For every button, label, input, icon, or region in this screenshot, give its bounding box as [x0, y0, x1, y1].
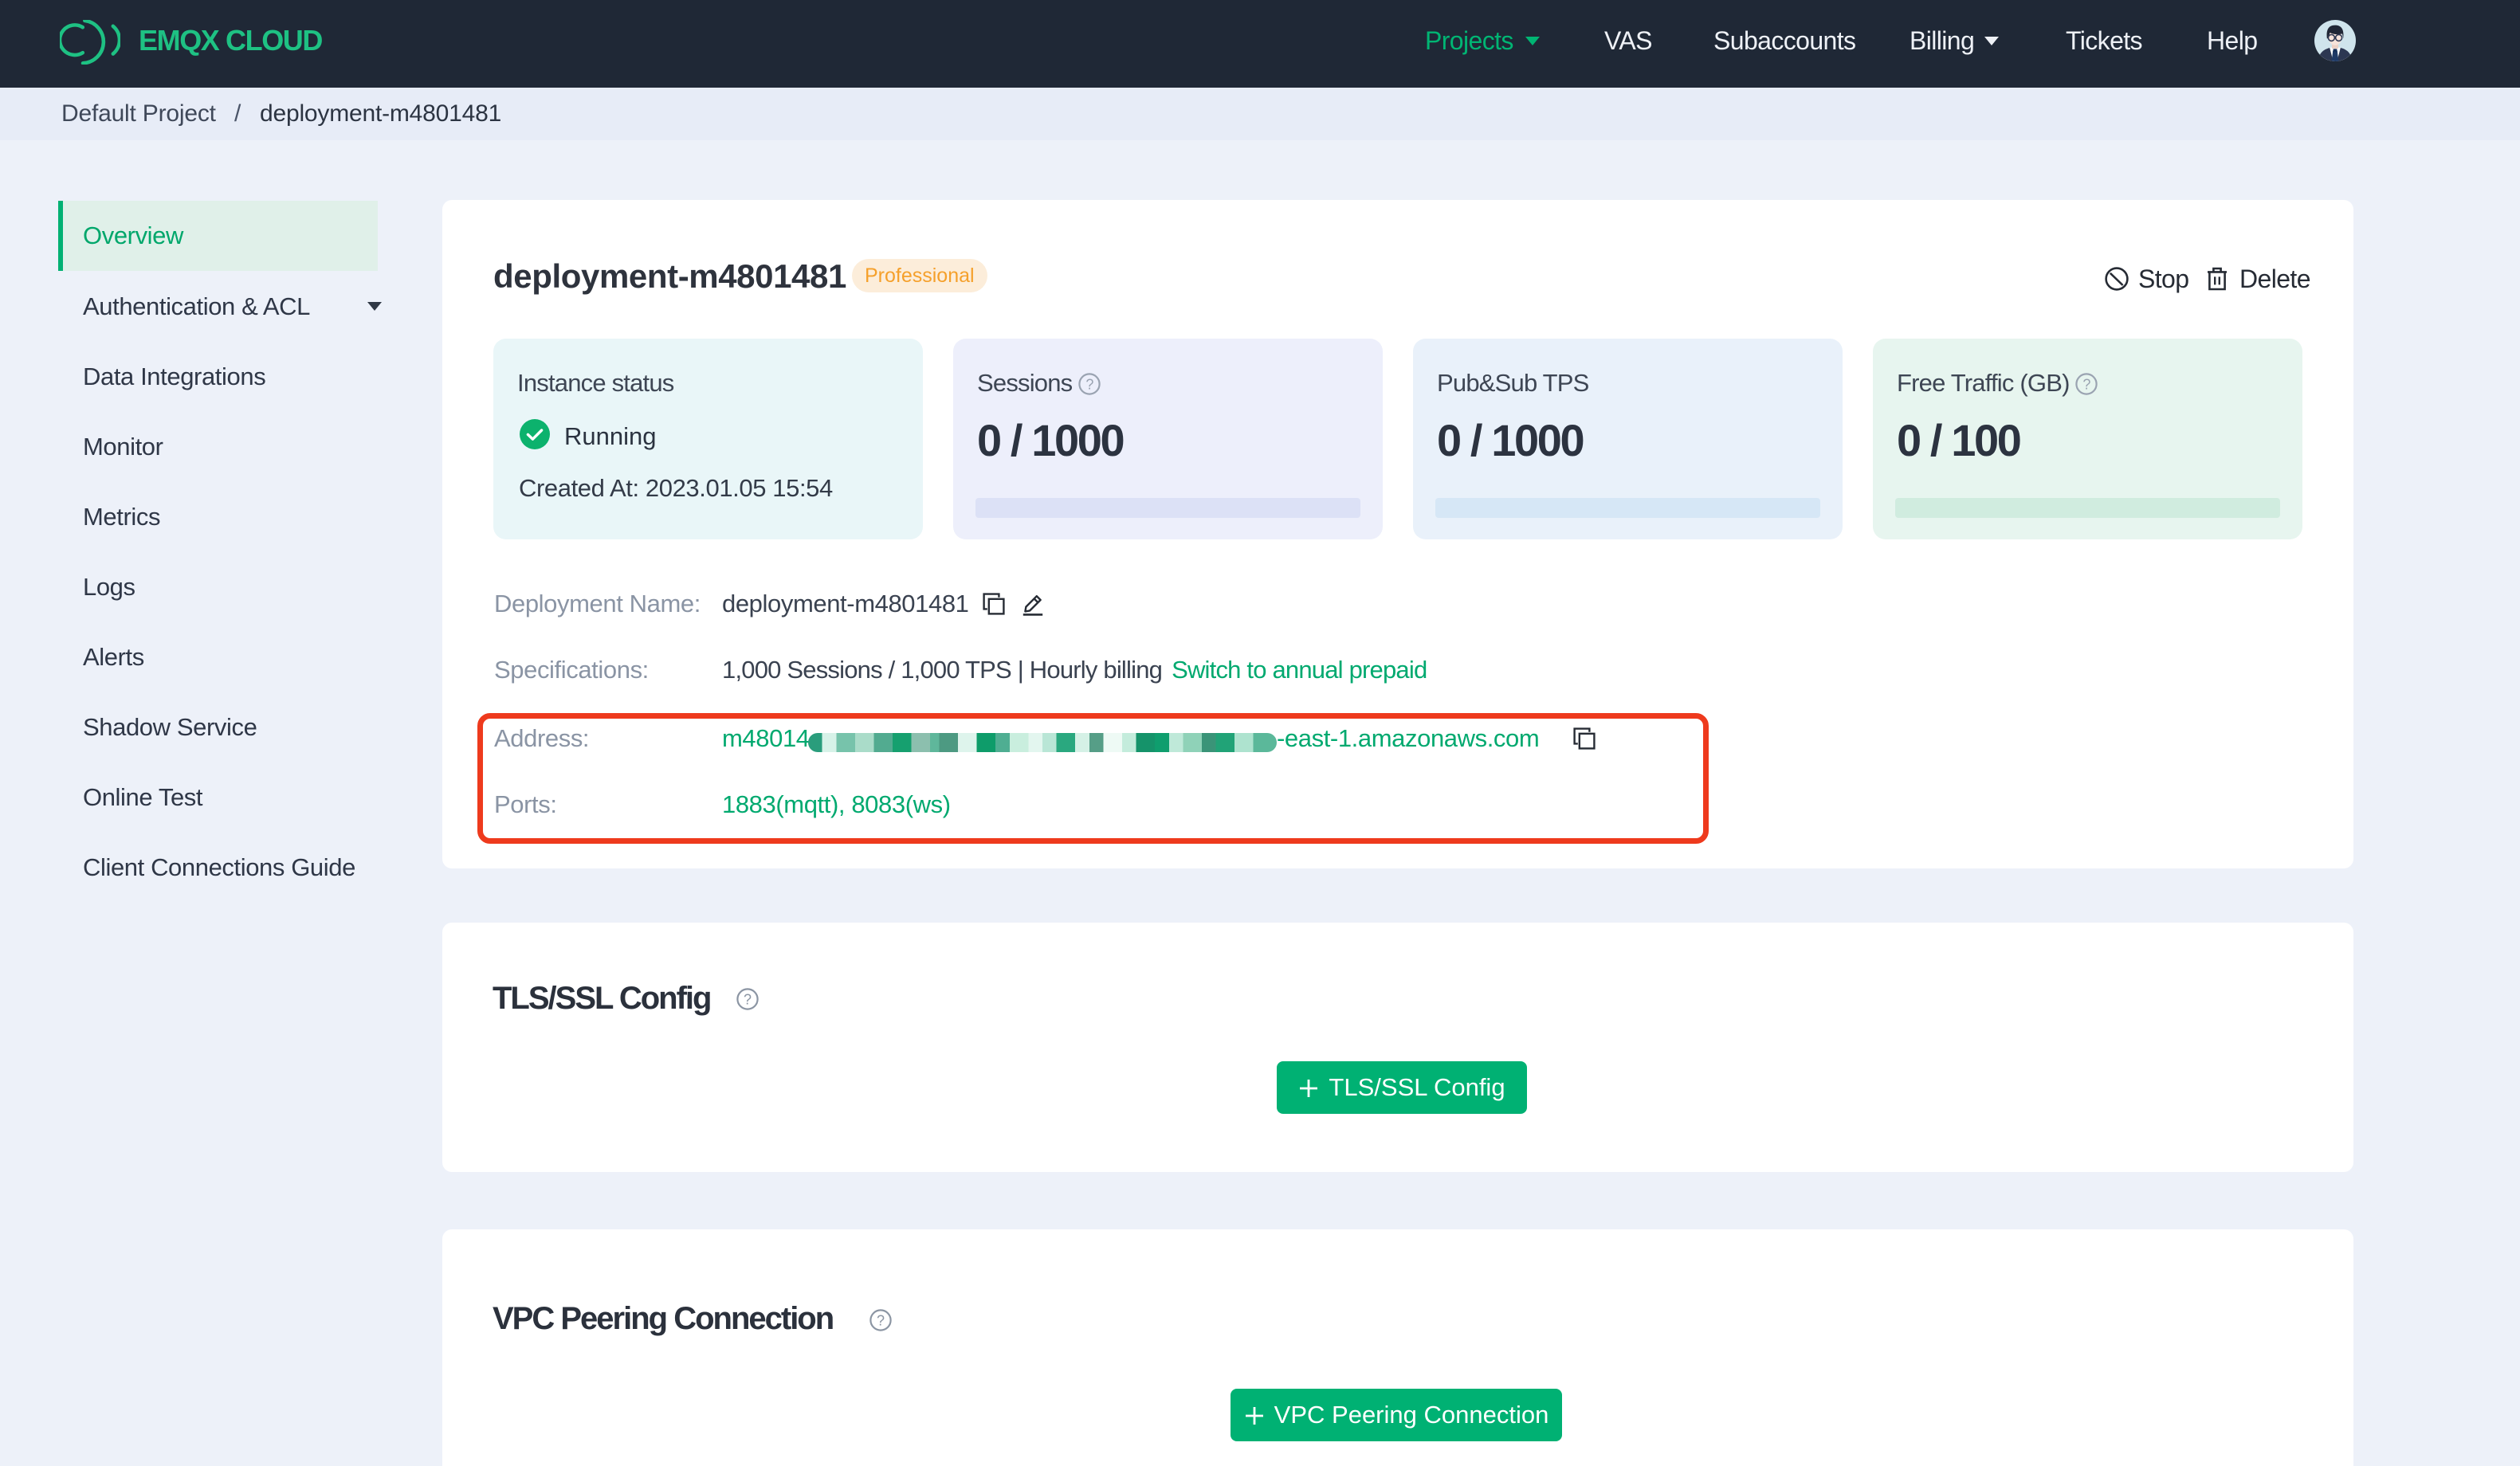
- svg-text:?: ?: [2083, 376, 2091, 392]
- svg-text:?: ?: [877, 1312, 885, 1328]
- svg-text:?: ?: [1086, 376, 1094, 392]
- svg-text:?: ?: [744, 991, 752, 1007]
